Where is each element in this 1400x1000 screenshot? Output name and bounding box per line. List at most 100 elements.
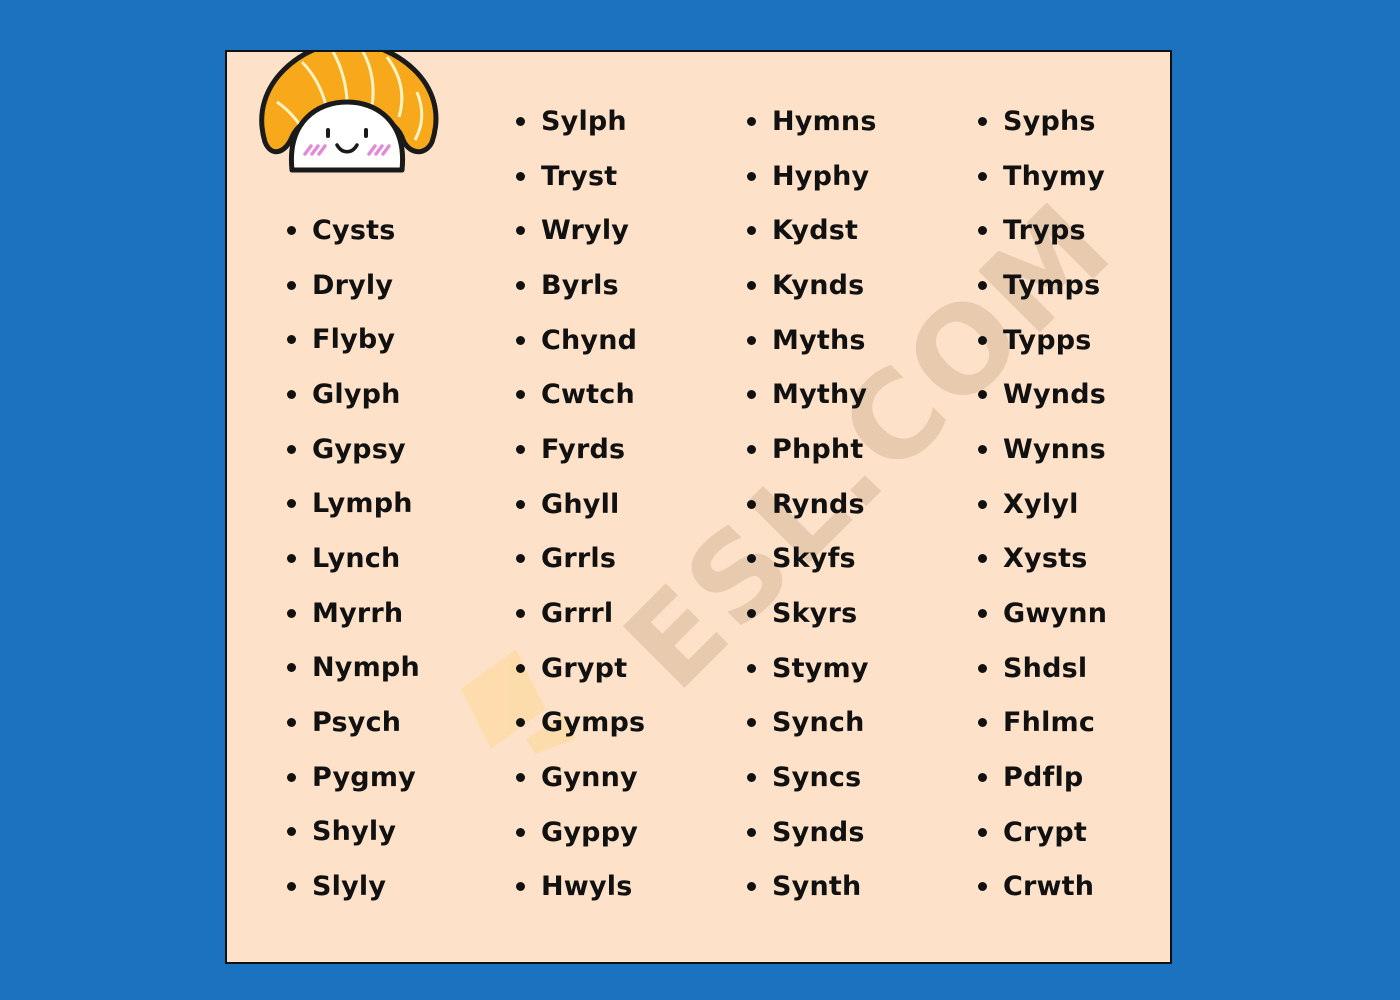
list-item: Gypsy [287,422,420,477]
word-column-4: Syphs Thymy Tryps Tymps Typps Wynds Wynns Xylyl… [978,94,1107,914]
bullet-icon [747,827,756,837]
bullet-icon [747,116,756,126]
word-text: Mythy [772,379,868,411]
word-text: Tymps [1003,269,1101,301]
bullet-icon [747,226,756,236]
bullet-icon [978,773,987,783]
list-item: Kydst [747,203,877,258]
list-item: Pygmy [287,750,420,805]
bullet-icon [516,444,525,454]
list-item: Thymy [978,149,1107,204]
bullet-icon [747,390,756,400]
bullet-icon [516,499,525,509]
word-text: Synth [772,871,862,903]
list-item: Shyly [287,805,420,860]
bullet-icon [287,389,296,399]
word-text: Hwyls [541,871,633,903]
list-item: Kynds [747,258,877,313]
list-item: Grrls [516,532,645,587]
list-item: Shdsl [978,641,1107,696]
word-text: Cysts [312,214,396,246]
word-text: Rynds [772,488,865,520]
word-text: Shdsl [1003,652,1088,684]
word-text: Kynds [772,269,865,301]
bullet-icon [978,390,987,400]
word-text: Grrls [541,543,617,575]
word-text: Gwynn [1003,598,1108,630]
bullet-icon [287,718,296,728]
list-item: Stymy [747,641,877,696]
bullet-icon [516,773,525,783]
word-text: Fyrds [541,433,626,465]
bullet-icon [287,882,296,892]
list-item: Xylyl [978,477,1107,532]
bullet-icon [287,225,296,235]
word-text: Thymy [1003,160,1105,192]
word-text: Fhlmc [1003,707,1096,739]
list-item: Syphs [978,94,1107,149]
list-item: Hwyls [516,860,645,915]
bullet-icon [516,882,525,892]
bullet-icon [287,827,296,837]
bullet-icon [516,171,525,181]
list-item: Synth [747,860,877,915]
bullet-icon [978,827,987,837]
word-text: Xylyl [1003,488,1079,520]
list-item: Synch [747,696,877,751]
list-item: Slyly [287,859,420,914]
bullet-icon [978,663,987,673]
word-text: Pygmy [312,761,416,793]
word-text: Wynns [1003,433,1106,465]
word-text: Crwth [1003,871,1095,903]
word-column-3: Hymns Hyphy Kydst Kynds Myths Mythy Phpht Rynds… [747,94,877,914]
word-text: Wynds [1003,379,1107,411]
list-item: Hymns [747,94,877,149]
word-text: Sylph [541,105,627,137]
bullet-icon [516,116,525,126]
word-text: Wryly [541,215,630,247]
list-item: Myrrh [287,586,420,641]
word-text: Synch [772,707,865,739]
list-item: Lymph [287,476,420,531]
bullet-icon [978,882,987,892]
bullet-icon [747,882,756,892]
list-item: Flyby [287,312,420,367]
list-item: Gynny [516,750,645,805]
list-item: Wynds [978,367,1107,422]
list-item: Glyph [287,367,420,422]
list-item: Hyphy [747,149,877,204]
bullet-icon [747,335,756,345]
bullet-icon [978,171,987,181]
bullet-icon [747,718,756,728]
word-text: Gymps [541,707,646,739]
word-text: Grypt [541,652,628,684]
bullet-icon [747,554,756,564]
bullet-icon [978,609,987,619]
bullet-icon [516,663,525,673]
bullet-icon [516,390,525,400]
word-text: Myths [772,324,866,356]
list-item: Gymps [516,696,645,751]
list-item: Myths [747,313,877,368]
bullet-icon [516,554,525,564]
word-text: Crypt [1003,816,1087,848]
bullet-icon [747,609,756,619]
word-column-2: Sylph Tryst Wryly Byrls Chynd Cwtch Fyrds Ghyll… [516,94,645,914]
word-text: Tryps [1003,215,1086,247]
word-text: Pdflp [1003,762,1084,794]
list-item: Byrls [516,258,645,313]
bullet-icon [516,226,525,236]
list-item: Syncs [747,750,877,805]
list-item: Grypt [516,641,645,696]
bullet-icon [516,718,525,728]
list-item: Mythy [747,367,877,422]
bullet-icon [978,499,987,509]
bullet-icon [747,773,756,783]
word-text: Gyppy [541,816,639,848]
word-text: Gynny [541,762,638,794]
bullet-icon [978,226,987,236]
list-item: Tymps [978,258,1107,313]
list-item: Ghyll [516,477,645,532]
bullet-icon [287,553,296,563]
list-item: Psych [287,695,420,750]
